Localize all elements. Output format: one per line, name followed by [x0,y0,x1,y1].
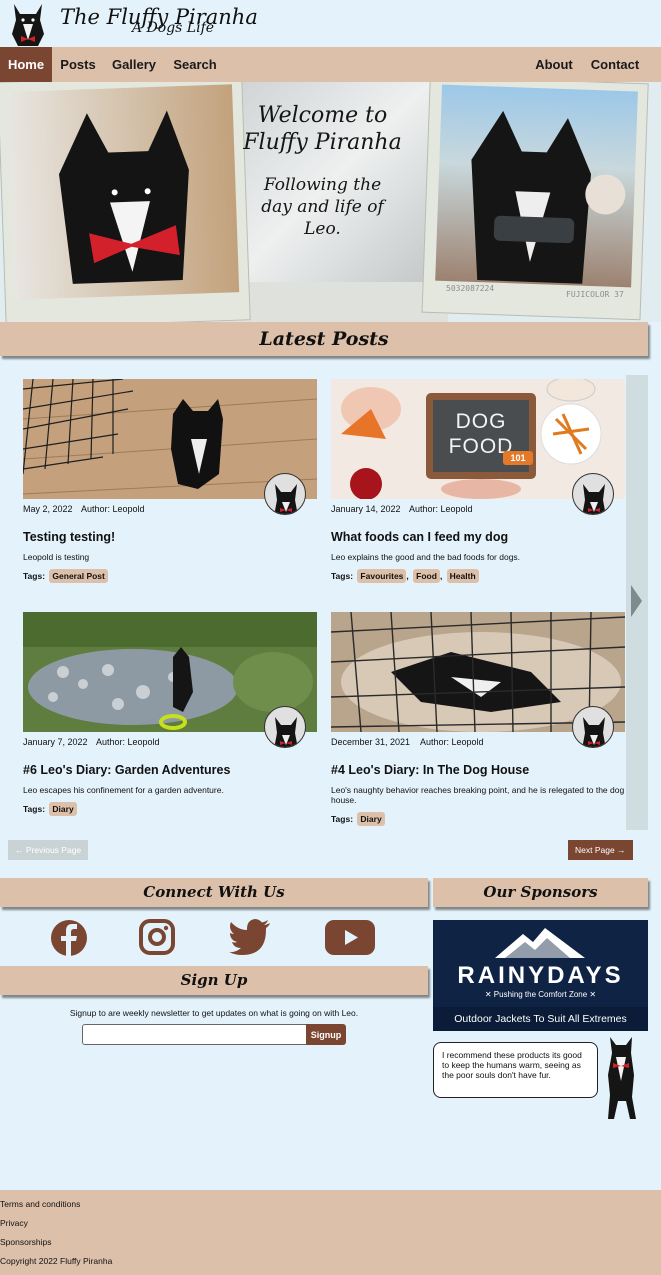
post-author[interactable]: Author: Leopold [420,737,484,747]
author-avatar[interactable] [264,706,306,748]
post-date: January 7, 2022 [23,737,88,747]
tags-label: Tags: [331,814,354,824]
latest-posts-heading: Latest Posts [0,322,648,356]
nav-search[interactable]: Search [168,47,222,82]
hero-welcome-line2: Fluffy Piranha [243,130,402,155]
hero-welcome-heading: Welcome to Fluffy Piranha [235,102,410,156]
post-tags: Tags: General Post [23,569,108,583]
author-avatar[interactable] [572,706,614,748]
post-author[interactable]: Author: Leopold [409,504,473,514]
tags-label: Tags: [331,571,354,581]
post-author[interactable]: Author: Leopold [81,504,145,514]
posts-grid: May 2, 2022 Author: Leopold Testing test… [8,375,648,830]
tag-diary[interactable]: Diary [49,802,77,816]
site-subtitle: A Dogs Life [132,20,215,36]
author-avatar[interactable] [264,473,306,515]
post-title[interactable]: What foods can I feed my dog [331,530,508,544]
logo-dog-image[interactable] [8,0,48,46]
post-tags: Tags: Diary [23,802,77,816]
facebook-icon[interactable] [50,919,88,957]
hero-banner: Welcome to Fluffy Piranha Following the … [0,82,661,322]
post-excerpt: Leo explains the good and the bad foods … [331,552,521,562]
hero-tagline-line1: Following the [263,175,382,195]
post-title[interactable]: #4 Leo's Diary: In The Dog House [331,763,529,777]
tags-label: Tags: [23,571,46,581]
nav-home[interactable]: Home [0,47,52,82]
hero-tagline-line3: Leo. [304,219,341,239]
signup-heading: Sign Up [0,966,428,995]
post-excerpt: Leopold is testing [23,552,90,562]
hero-tagline: Following the day and life of Leo. [235,174,410,240]
main-nav: Home Posts Gallery Search About Contact [0,47,661,82]
avatar-dog-image [582,484,606,514]
standing-dog-image [608,1037,636,1119]
signup-button[interactable]: Signup [306,1024,346,1045]
connect-heading: Connect With Us [0,878,428,907]
footer-copyright: Copyright 2022 Fluffy Piranha [0,1256,113,1266]
avatar-dog-image [274,717,298,747]
chalkboard-tag: 101 [503,451,533,465]
hero-welcome-line1: Welcome to [257,103,388,128]
post-title[interactable]: Testing testing! [23,530,115,544]
post-tags: Tags: Favourites, Food, Health [331,569,479,583]
hero-photo-stamp-right: FUJICOLOR 37 [566,290,624,299]
post-date: January 14, 2022 [331,504,401,514]
tag-diary[interactable]: Diary [357,812,385,826]
site-footer: Terms and conditions Privacy Sponsorship… [0,1190,661,1275]
instagram-icon[interactable] [139,919,175,955]
tag-general-post[interactable]: General Post [49,569,108,583]
mountain-logo-icon [495,928,585,958]
previous-page-button[interactable]: ← Previous Page [8,840,89,860]
sponsor-brand: RAINYDAYS [457,962,624,989]
avatar-dog-image [582,717,606,747]
post-title[interactable]: #6 Leo's Diary: Garden Adventures [23,763,230,777]
nav-about[interactable]: About [530,47,578,82]
footer-sponsorships-link[interactable]: Sponsorships [0,1237,52,1247]
post-author[interactable]: Author: Leopold [96,737,160,747]
dog-speech-bubble: I recommend these products its good to k… [433,1042,598,1098]
nav-posts[interactable]: Posts [56,47,100,82]
hero-photo-stamp-left: 5032087224 [446,284,495,293]
tag-health[interactable]: Health [446,569,479,583]
chevron-right-icon [631,585,642,617]
post-tags: Tags: Diary [331,812,385,826]
hero-tagline-line2: day and life of [261,197,384,217]
signup-description: Signup to are weekly newsletter to get u… [69,1008,359,1018]
sponsors-heading: Our Sponsors [433,878,648,907]
nav-contact[interactable]: Contact [586,47,644,82]
avatar-dog-image [274,484,298,514]
footer-terms-link[interactable]: Terms and conditions [0,1199,80,1209]
next-page-button[interactable]: Next Page → [568,840,633,860]
chalkboard-line1: DOG [455,410,507,433]
newsletter-email-input[interactable] [82,1024,307,1045]
sponsor-ad-banner[interactable]: RAINYDAYS ✕ Pushing the Comfort Zone ✕ O… [433,920,648,1031]
post-excerpt: Leo's naughty behavior reaches breaking … [331,785,625,805]
footer-privacy-link[interactable]: Privacy [0,1218,28,1228]
author-avatar[interactable] [572,473,614,515]
post-date: December 31, 2021 [331,737,411,747]
nav-gallery[interactable]: Gallery [108,47,160,82]
youtube-icon[interactable] [325,920,375,955]
tags-label: Tags: [23,804,46,814]
post-date: May 2, 2022 [23,504,73,514]
carousel-next-button[interactable] [626,375,648,830]
tag-favourites[interactable]: Favourites [357,569,407,583]
post-excerpt: Leo escapes his confinement for a garden… [23,785,224,795]
sponsor-tagline: ✕ Pushing the Comfort Zone ✕ [484,990,597,999]
sponsor-footer-text: Outdoor Jackets To Suit All Extremes [433,1007,648,1031]
twitter-icon[interactable] [229,919,271,955]
tag-food[interactable]: Food [413,569,440,583]
